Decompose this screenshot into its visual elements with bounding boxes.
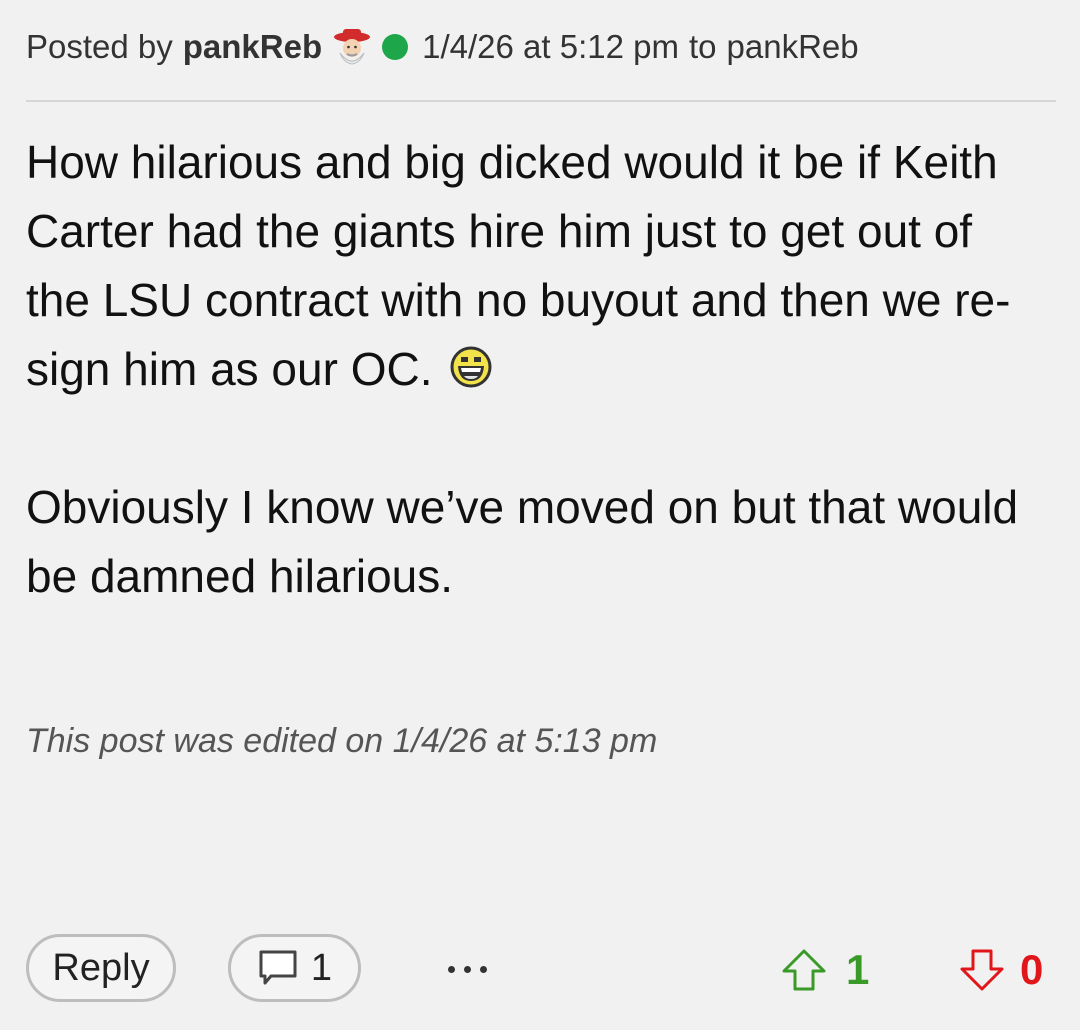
upvote-count: 1 [846,946,870,993]
upvote-arrow-icon [782,949,826,991]
post-paragraph: Obviously I know we’ve moved on but that… [26,481,1019,602]
ellipsis-icon[interactable] [432,944,502,994]
posted-by-label: Posted by [26,28,173,65]
header-divider [26,100,1056,102]
upvote-button[interactable]: 1 [780,940,869,1000]
post-actions: Reply 1 1 0 [0,934,1080,1006]
downvote-arrow-icon [960,949,1004,991]
grinning-emoji-icon [449,339,493,388]
comment-count: 1 [310,946,333,989]
downvote-button[interactable]: 0 [958,940,1043,1000]
recipient-username[interactable]: pankReb [727,28,859,66]
downvote-count: 0 [1020,946,1044,993]
reply-button[interactable]: Reply [26,934,176,1002]
ellipsis-dot [463,965,471,973]
comment-bubble-icon [259,950,297,985]
ellipsis-dot [447,965,455,973]
author-username[interactable]: pankReb [183,28,322,66]
post-body: How hilarious and big dicked would it be… [26,128,1036,611]
post-paragraph-text: How hilarious and big dicked would it be… [26,136,1011,395]
post-header: Posted by pankReb 1/4/26 at 5:12 pm to p… [26,22,859,72]
edited-note: This post was edited on 1/4/26 at 5:13 p… [26,722,658,760]
post-timestamp: 1/4/26 at 5:12 pm [422,28,679,65]
online-status-dot [382,34,409,60]
comments-button[interactable]: 1 [228,934,361,1002]
to-label: to [689,28,717,65]
forum-post: Posted by pankReb 1/4/26 at 5:12 pm to p… [0,0,1080,1030]
post-paragraph: How hilarious and big dicked would it be… [26,128,1036,404]
rebel-mascot-icon [330,27,374,67]
ellipsis-dot [479,965,487,973]
